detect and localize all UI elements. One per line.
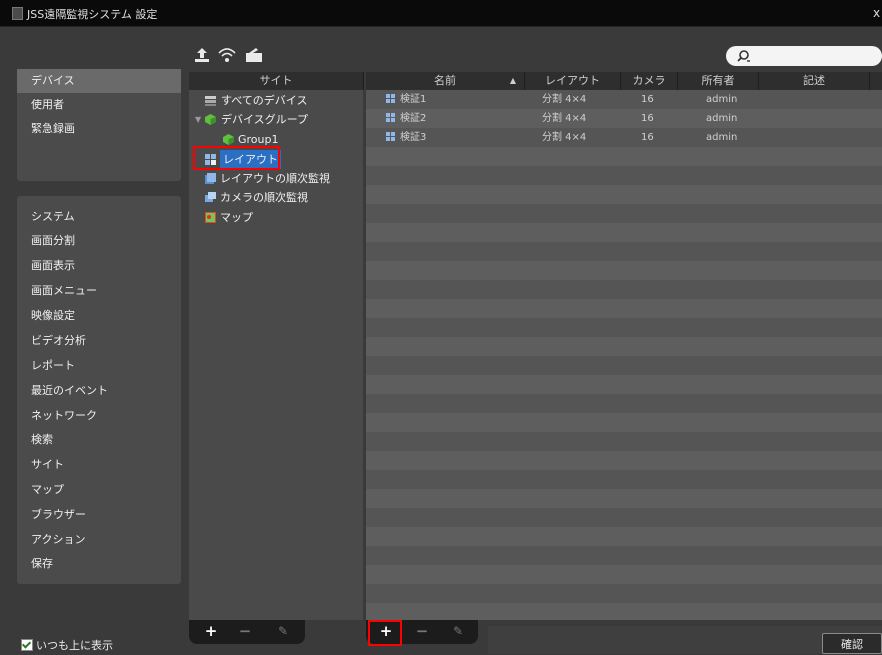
confirm-button[interactable]: 確認 — [822, 633, 882, 654]
table-row[interactable]: 検証1 分割 4×4 16 admin — [366, 90, 882, 109]
layout-list-panel: 名前 ▲ レイアウト カメラ 所有者 記述 検証1 分割 4×4 16 admin… — [366, 72, 882, 620]
app-icon — [12, 7, 23, 20]
highlight-layout-item — [193, 146, 280, 170]
column-header-camera[interactable]: カメラ — [621, 72, 678, 90]
sidebar-item-map[interactable]: マップ — [17, 478, 181, 502]
site-add-button[interactable]: + — [195, 617, 227, 645]
wireless-icon[interactable] — [218, 46, 236, 64]
sidebar-item-action[interactable]: アクション — [17, 528, 181, 552]
sidebar-item-site[interactable]: サイト — [17, 453, 181, 477]
list-edit-button[interactable]: ✎ — [442, 617, 474, 645]
list-remove-button[interactable]: − — [406, 617, 438, 645]
camera-sequence-icon — [205, 192, 216, 202]
sidebar-item-recent-events[interactable]: 最近のイベント — [17, 379, 181, 403]
highlight-add-button — [368, 620, 402, 646]
layout-grid-icon — [386, 113, 395, 122]
sidebar-item-device[interactable]: デバイス — [17, 69, 181, 93]
upload-icon[interactable] — [194, 46, 210, 64]
search-input[interactable] — [754, 48, 876, 64]
site-remove-button[interactable]: − — [229, 617, 261, 645]
sidebar-item-network[interactable]: ネットワーク — [17, 404, 181, 428]
sidebar-item-user[interactable]: 使用者 — [17, 93, 181, 117]
sidebar-item-screen-menu[interactable]: 画面メニュー — [17, 279, 181, 303]
site-column-header[interactable]: サイト — [189, 72, 364, 90]
column-header-description[interactable]: 記述 — [759, 72, 870, 90]
table-row[interactable]: 検証2 分割 4×4 16 admin — [366, 109, 882, 128]
server-icon — [205, 96, 216, 106]
window-title: JSS遠隔監視システム 設定 — [27, 8, 158, 21]
layout-sequence-icon — [205, 173, 216, 184]
green-cube-icon — [205, 114, 216, 125]
sidebar-item-search[interactable]: 検索 — [17, 428, 181, 452]
settings-sidebar: デバイス 使用者 緊急録画 システム 画面分割 画面表示 画面メニュー 映像設定… — [17, 40, 181, 584]
sidebar-item-save[interactable]: 保存 — [17, 552, 181, 576]
sidebar-item-video-settings[interactable]: 映像設定 — [17, 304, 181, 328]
sidebar-item-system[interactable]: システム — [17, 205, 181, 229]
sort-ascending-icon: ▲ — [509, 76, 516, 85]
sidebar-item-emergency-record[interactable]: 緊急録画 — [17, 117, 181, 141]
search-icon — [737, 50, 750, 62]
column-header-layout[interactable]: レイアウト — [525, 72, 621, 90]
sidebar-item-screen-split[interactable]: 画面分割 — [17, 229, 181, 253]
column-header-owner[interactable]: 所有者 — [678, 72, 759, 90]
sidebar-item-video-analysis[interactable]: ビデオ分析 — [17, 329, 181, 353]
map-icon — [205, 212, 216, 223]
layout-grid-icon — [386, 94, 395, 103]
sidebar-item-screen-display[interactable]: 画面表示 — [17, 254, 181, 278]
sidebar-group-primary: デバイス 使用者 緊急録画 — [17, 69, 181, 181]
sidebar-group-secondary: システム 画面分割 画面表示 画面メニュー 映像設定 ビデオ分析 レポート 最近… — [17, 196, 181, 584]
sidebar-item-report[interactable]: レポート — [17, 354, 181, 378]
sidebar-item-browser[interactable]: ブラウザー — [17, 503, 181, 527]
layout-grid-icon — [386, 132, 395, 141]
chevron-down-icon[interactable]: ▼ — [195, 110, 201, 129]
green-cube-icon — [223, 134, 234, 145]
column-header-name[interactable]: 名前 ▲ — [366, 72, 525, 90]
search-box[interactable] — [726, 46, 882, 66]
site-edit-button[interactable]: ✎ — [267, 617, 299, 645]
site-bottom-toolbar: + − ✎ — [189, 620, 305, 644]
table-row[interactable]: 検証3 分割 4×4 16 admin — [366, 128, 882, 147]
title-bar: JSS遠隔監視システム 設定 x — [0, 0, 882, 27]
checkbox-checked-icon[interactable] — [21, 639, 33, 651]
close-button[interactable]: x — [873, 6, 880, 20]
always-on-top-checkbox[interactable]: いつも上に表示 — [21, 639, 113, 653]
card-reader-icon[interactable] — [245, 47, 263, 63]
list-body: 検証1 分割 4×4 16 admin 検証2 分割 4×4 16 admin … — [366, 90, 882, 620]
